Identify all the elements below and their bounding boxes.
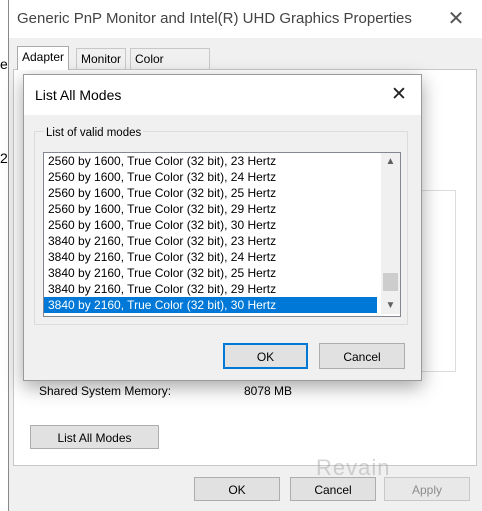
list-item[interactable]: 2560 by 1600, True Color (32 bit), 25 He… [44, 185, 377, 201]
list-item[interactable]: 2560 by 1600, True Color (32 bit), 23 He… [44, 153, 377, 169]
list-item[interactable]: 3840 by 2160, True Color (32 bit), 24 He… [44, 249, 377, 265]
dialog-title: List All Modes [35, 87, 122, 103]
background-text-fragment: 2 [0, 150, 8, 166]
valid-modes-group-label: List of valid modes [44, 127, 144, 139]
list-item[interactable]: 3840 by 2160, True Color (32 bit), 29 He… [44, 281, 377, 297]
window-title: Generic PnP Monitor and Intel(R) UHD Gra… [17, 10, 412, 27]
list-item[interactable]: 2560 by 1600, True Color (32 bit), 30 He… [44, 217, 377, 233]
dialog-close-icon[interactable]: ✕ [386, 82, 412, 108]
ok-button[interactable]: OK [194, 477, 280, 501]
apply-button: Apply [384, 477, 470, 501]
modes-listbox[interactable]: 2560 by 1600, True Color (32 bit), 23 He… [43, 152, 401, 317]
watermark-logo: Revain [316, 455, 391, 480]
list-item-selected[interactable]: 3840 by 2160, True Color (32 bit), 30 He… [44, 297, 377, 313]
background-text-fragment: e [0, 56, 8, 72]
dialog-ok-button[interactable]: OK [223, 343, 308, 369]
window-close-icon[interactable]: ✕ [441, 6, 471, 32]
scroll-up-arrow-icon[interactable]: ▲ [381, 153, 400, 170]
tab-adapter[interactable]: Adapter [17, 46, 70, 70]
list-all-modes-button[interactable]: List All Modes [30, 425, 159, 449]
scroll-thumb[interactable] [383, 273, 398, 291]
tab-monitor[interactable]: Monitor [76, 48, 127, 69]
modes-scrollbar[interactable]: ▲ ▼ [381, 153, 400, 314]
shared-memory-label: Shared System Memory: [39, 384, 172, 398]
window-titlebar: Generic PnP Monitor and Intel(R) UHD Gra… [9, 0, 482, 38]
list-all-modes-dialog: List All Modes ✕ List of valid modes 256… [23, 74, 422, 381]
tab-color-management[interactable]: Color Management [130, 48, 211, 86]
list-item[interactable]: 3840 by 2160, True Color (32 bit), 23 He… [44, 233, 377, 249]
list-item[interactable]: 3840 by 2160, True Color (32 bit), 25 He… [44, 265, 377, 281]
list-item[interactable]: 2560 by 1600, True Color (32 bit), 29 He… [44, 201, 377, 217]
list-item[interactable]: 2560 by 1600, True Color (32 bit), 24 He… [44, 169, 377, 185]
dialog-titlebar: List All Modes ✕ [24, 75, 421, 115]
shared-memory-value: 8078 MB [244, 384, 293, 398]
dialog-cancel-button[interactable]: Cancel [319, 343, 405, 369]
scroll-down-arrow-icon[interactable]: ▼ [381, 297, 400, 314]
